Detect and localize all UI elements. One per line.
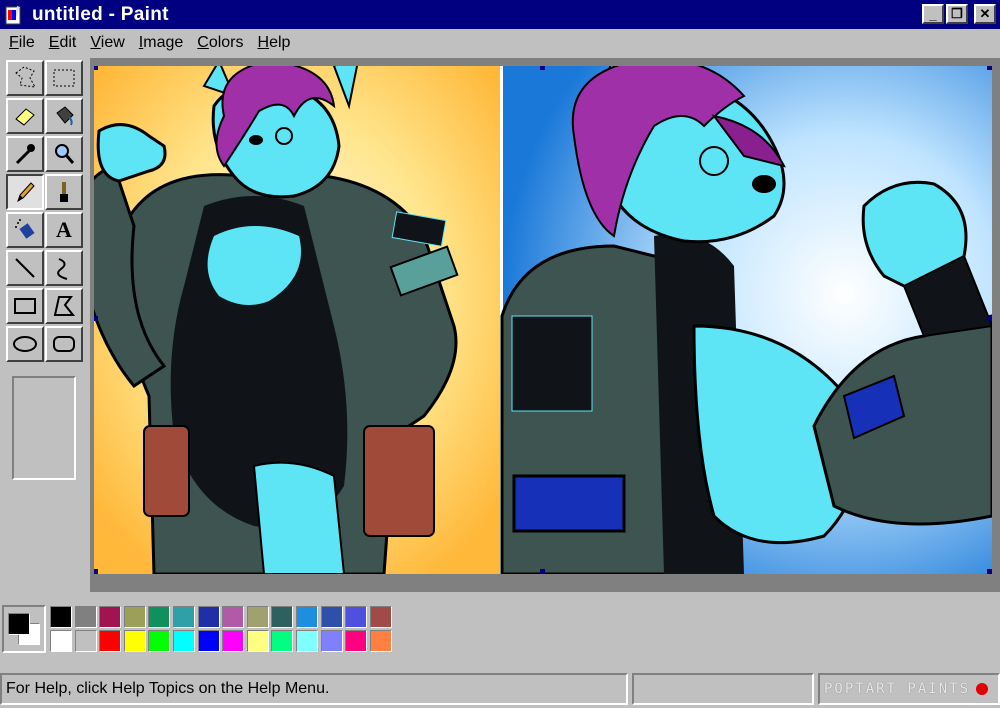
status-size-panel: POPTART PAINTS bbox=[818, 673, 1000, 705]
palette-swatch[interactable] bbox=[320, 606, 343, 628]
tool-color-picker[interactable] bbox=[6, 136, 44, 172]
color-picker-icon bbox=[15, 144, 35, 165]
tool-rounded-rectangle[interactable] bbox=[45, 326, 83, 362]
menu-image[interactable]: Image bbox=[132, 31, 190, 55]
palette-swatch[interactable] bbox=[173, 606, 195, 628]
palette-swatch[interactable] bbox=[123, 630, 146, 652]
record-dot-icon bbox=[976, 683, 989, 695]
tool-text[interactable]: A bbox=[45, 212, 83, 248]
palette-swatch[interactable] bbox=[123, 606, 146, 628]
status-help-panel: For Help, click Help Topics on the Help … bbox=[0, 673, 628, 705]
foreground-color-swatch bbox=[8, 613, 30, 635]
rounded-rectangle-icon bbox=[53, 336, 75, 352]
paint-app-icon[interactable] bbox=[4, 4, 26, 26]
title-bar: untitled - Paint _ ❐ ✕ bbox=[0, 0, 1000, 29]
menu-edit[interactable]: Edit bbox=[42, 31, 84, 55]
select-icon bbox=[53, 69, 75, 87]
tool-options-box[interactable] bbox=[12, 376, 76, 480]
palette-swatch[interactable] bbox=[246, 606, 269, 628]
ellipse-icon bbox=[13, 336, 37, 352]
palette-swatch[interactable] bbox=[246, 630, 269, 652]
magnifier-icon bbox=[55, 144, 75, 164]
menu-help[interactable]: Help bbox=[251, 31, 298, 55]
palette-swatch[interactable] bbox=[271, 606, 294, 628]
rectangle-icon bbox=[14, 298, 36, 314]
pencil-icon bbox=[17, 182, 35, 203]
fill-bucket-icon bbox=[56, 106, 74, 126]
brush-icon bbox=[60, 182, 68, 202]
palette-swatch[interactable] bbox=[74, 630, 97, 652]
resize-handle[interactable] bbox=[987, 66, 992, 70]
status-help-text: For Help, click Help Topics on the Help … bbox=[6, 680, 330, 697]
polygon-icon bbox=[53, 296, 76, 316]
tool-free-form-select[interactable] bbox=[6, 60, 44, 96]
menu-colors[interactable]: Colors bbox=[190, 31, 250, 55]
palette-swatch[interactable] bbox=[50, 606, 72, 628]
palette-swatch[interactable] bbox=[50, 630, 72, 652]
window-title: untitled - Paint bbox=[32, 3, 169, 25]
palette-swatch[interactable] bbox=[345, 606, 368, 628]
tool-eraser[interactable] bbox=[6, 98, 44, 134]
drawing-canvas[interactable] bbox=[94, 66, 992, 574]
palette-swatch[interactable] bbox=[99, 630, 122, 652]
resize-handle[interactable] bbox=[94, 569, 98, 574]
canvas-scroll-area[interactable] bbox=[90, 58, 1000, 592]
menu-view[interactable]: View bbox=[83, 31, 131, 55]
palette-swatch[interactable] bbox=[320, 630, 343, 652]
menu-bar: File Edit View Image Colors Help bbox=[0, 29, 1000, 57]
toolbox: A bbox=[0, 58, 90, 488]
palette-swatch[interactable] bbox=[148, 630, 171, 652]
tool-select[interactable] bbox=[45, 60, 83, 96]
tool-airbrush[interactable] bbox=[6, 212, 44, 248]
watermark-text: POPTART PAINTS bbox=[824, 681, 971, 697]
maximize-button[interactable]: ❐ bbox=[946, 4, 968, 24]
resize-handle[interactable] bbox=[94, 66, 98, 70]
tool-polygon[interactable] bbox=[45, 288, 83, 324]
resize-handle[interactable] bbox=[987, 316, 992, 321]
resize-handle[interactable] bbox=[94, 316, 98, 321]
airbrush-icon bbox=[15, 219, 35, 239]
resize-handle[interactable] bbox=[540, 66, 545, 70]
tool-pencil[interactable] bbox=[6, 174, 44, 210]
palette-swatch[interactable] bbox=[345, 630, 368, 652]
tool-magnifier[interactable] bbox=[45, 136, 83, 172]
palette-swatch[interactable] bbox=[296, 630, 318, 652]
status-coords-panel bbox=[632, 673, 814, 705]
minimize-button[interactable]: _ bbox=[922, 4, 944, 24]
resize-handle[interactable] bbox=[987, 569, 992, 574]
tool-line[interactable] bbox=[6, 250, 44, 286]
free-form-select-icon bbox=[15, 66, 36, 88]
palette-swatch[interactable] bbox=[173, 630, 195, 652]
artwork-image bbox=[94, 66, 992, 574]
line-icon bbox=[15, 258, 35, 278]
palette-swatch[interactable] bbox=[148, 606, 171, 628]
palette-swatch[interactable] bbox=[74, 606, 97, 628]
menu-file[interactable]: File bbox=[2, 31, 42, 55]
tool-rectangle[interactable] bbox=[6, 288, 44, 324]
palette-swatch[interactable] bbox=[369, 606, 392, 628]
palette-swatch[interactable] bbox=[271, 630, 294, 652]
palette-swatch[interactable] bbox=[197, 606, 220, 628]
text-icon: A bbox=[56, 217, 72, 242]
palette-swatch[interactable] bbox=[99, 606, 122, 628]
palette-swatch[interactable] bbox=[296, 606, 318, 628]
palette-swatch[interactable] bbox=[197, 630, 220, 652]
close-button[interactable]: ✕ bbox=[974, 4, 996, 24]
palette-swatch[interactable] bbox=[222, 606, 245, 628]
palette-swatch[interactable] bbox=[222, 630, 245, 652]
resize-handle[interactable] bbox=[540, 569, 545, 574]
tool-ellipse[interactable] bbox=[6, 326, 44, 362]
tool-curve[interactable] bbox=[45, 250, 83, 286]
eraser-icon bbox=[15, 108, 35, 126]
palette-swatch[interactable] bbox=[369, 630, 392, 652]
tool-fill[interactable] bbox=[45, 98, 83, 134]
current-colors-indicator[interactable] bbox=[2, 605, 46, 653]
tool-brush[interactable] bbox=[45, 174, 83, 210]
curve-icon bbox=[57, 258, 68, 280]
